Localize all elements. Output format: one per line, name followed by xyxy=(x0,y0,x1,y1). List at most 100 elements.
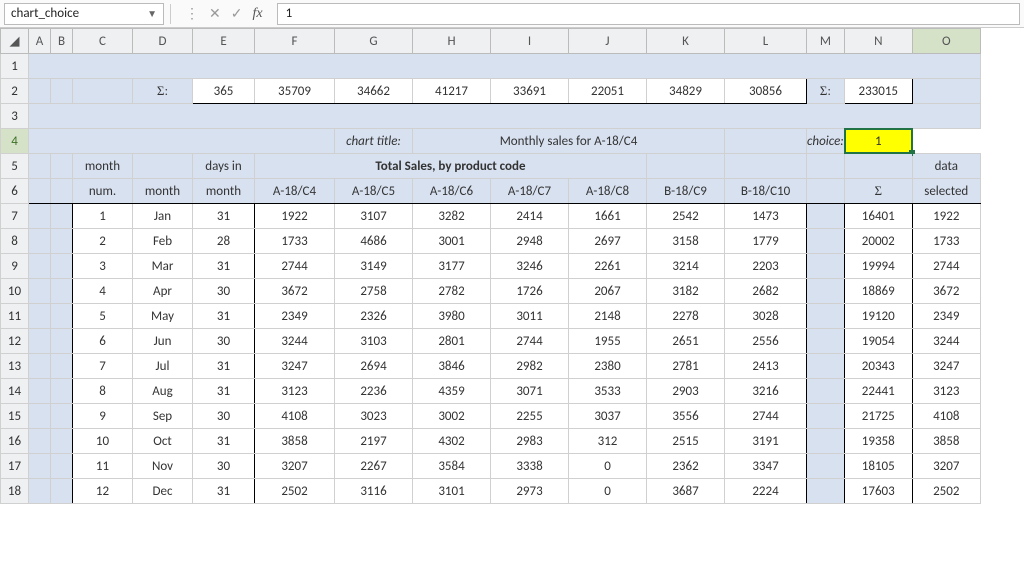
cell-month-num[interactable]: 9 xyxy=(73,404,133,429)
cell-value[interactable]: 2362 xyxy=(647,454,725,479)
cell-selected[interactable]: 4108 xyxy=(912,404,980,429)
cell-value[interactable]: 3011 xyxy=(491,304,569,329)
cell-value[interactable]: 2349 xyxy=(255,304,335,329)
cell-value[interactable]: 2236 xyxy=(335,379,413,404)
cell-value[interactable]: 2744 xyxy=(725,404,807,429)
cell-month-num[interactable]: 6 xyxy=(73,329,133,354)
cell-month[interactable]: Nov xyxy=(133,454,193,479)
hdr-F[interactable]: A-18/C4 xyxy=(255,179,335,204)
cell-month[interactable]: Mar xyxy=(133,254,193,279)
cell[interactable] xyxy=(51,354,73,379)
cell[interactable] xyxy=(807,229,845,254)
cell[interactable] xyxy=(29,279,51,304)
cell-month-num[interactable]: 10 xyxy=(73,429,133,454)
cancel-icon[interactable]: ✕ xyxy=(209,5,221,22)
cell-month-num[interactable]: 11 xyxy=(73,454,133,479)
cell-days[interactable]: 31 xyxy=(193,479,255,504)
name-box[interactable]: chart_choice ▼ xyxy=(4,3,164,25)
row-header[interactable]: 10 xyxy=(1,279,29,304)
sum-F[interactable]: 35709 xyxy=(255,79,335,104)
cell-value[interactable]: 2682 xyxy=(725,279,807,304)
col-header[interactable]: O xyxy=(912,29,980,54)
cell-value[interactable]: 1922 xyxy=(255,204,335,229)
cell[interactable] xyxy=(807,404,845,429)
cell[interactable] xyxy=(29,54,981,79)
cell-month-num[interactable]: 7 xyxy=(73,354,133,379)
cell-days[interactable]: 31 xyxy=(193,304,255,329)
cell-days[interactable]: 30 xyxy=(193,329,255,354)
sum-K[interactable]: 34829 xyxy=(647,79,725,104)
cell[interactable] xyxy=(29,479,51,504)
hdr-K[interactable]: B-18/C9 xyxy=(647,179,725,204)
cell-value[interactable]: 1661 xyxy=(569,204,647,229)
cell-value[interactable]: 0 xyxy=(569,454,647,479)
cell-value[interactable]: 2413 xyxy=(725,354,807,379)
hdr-days[interactable]: month xyxy=(193,179,255,204)
cell-value[interactable]: 2744 xyxy=(491,329,569,354)
cell-value[interactable]: 2983 xyxy=(491,429,569,454)
cell-month[interactable]: Sep xyxy=(133,404,193,429)
cell-sigma[interactable]: 20343 xyxy=(844,354,912,379)
cell-value[interactable]: 3149 xyxy=(335,254,413,279)
cell[interactable] xyxy=(647,154,725,179)
cell[interactable] xyxy=(29,229,51,254)
cell[interactable] xyxy=(807,154,845,179)
cell[interactable] xyxy=(29,454,51,479)
col-header[interactable]: C xyxy=(73,29,133,54)
row-header[interactable]: 12 xyxy=(1,329,29,354)
cell[interactable] xyxy=(51,329,73,354)
col-header[interactable]: A xyxy=(29,29,51,54)
cell[interactable] xyxy=(844,154,912,179)
cell-month-num[interactable]: 1 xyxy=(73,204,133,229)
hdr-data-sel[interactable]: selected xyxy=(912,179,980,204)
cell-value[interactable]: 1779 xyxy=(725,229,807,254)
formula-input[interactable]: 1 xyxy=(277,3,1020,25)
cell-selected[interactable]: 2744 xyxy=(912,254,980,279)
hdr-L[interactable]: B-18/C10 xyxy=(725,179,807,204)
cell-sigma[interactable]: 20002 xyxy=(844,229,912,254)
row-header[interactable]: 6 xyxy=(1,179,29,204)
cell-selected[interactable]: 3207 xyxy=(912,454,980,479)
cell[interactable] xyxy=(912,79,980,104)
cell-value[interactable]: 3207 xyxy=(255,454,335,479)
cell[interactable] xyxy=(807,479,845,504)
cell-month[interactable]: Feb xyxy=(133,229,193,254)
cell-month-num[interactable]: 5 xyxy=(73,304,133,329)
col-header[interactable]: G xyxy=(335,29,413,54)
cell-value[interactable]: 2782 xyxy=(413,279,491,304)
cell-selected[interactable]: 2349 xyxy=(912,304,980,329)
cell[interactable] xyxy=(725,129,807,154)
cell-selected[interactable]: 3247 xyxy=(912,354,980,379)
cell[interactable] xyxy=(51,154,73,179)
col-header[interactable]: N xyxy=(844,29,912,54)
cell-value[interactable]: 3246 xyxy=(491,254,569,279)
row-header[interactable]: 1 xyxy=(1,54,29,79)
cell[interactable] xyxy=(29,379,51,404)
sigma-label[interactable]: Σ: xyxy=(807,79,845,104)
cell[interactable] xyxy=(29,179,51,204)
cell-sigma[interactable]: 18105 xyxy=(844,454,912,479)
cell[interactable] xyxy=(807,279,845,304)
cell-sigma[interactable]: 19358 xyxy=(844,429,912,454)
row-header[interactable]: 4 xyxy=(1,129,29,154)
cell-value[interactable]: 312 xyxy=(569,429,647,454)
hdr-monthnum[interactable]: num. xyxy=(73,179,133,204)
cell[interactable] xyxy=(51,229,73,254)
cell-value[interactable]: 1955 xyxy=(569,329,647,354)
cell-month[interactable]: Dec xyxy=(133,479,193,504)
cell-days[interactable]: 31 xyxy=(193,429,255,454)
cell[interactable] xyxy=(29,354,51,379)
cell-value[interactable]: 3247 xyxy=(255,354,335,379)
cell-value[interactable]: 3347 xyxy=(725,454,807,479)
cell-days[interactable]: 31 xyxy=(193,379,255,404)
row-header[interactable]: 2 xyxy=(1,79,29,104)
cell-month-num[interactable]: 2 xyxy=(73,229,133,254)
sum-I[interactable]: 33691 xyxy=(491,79,569,104)
cell-value[interactable]: 2278 xyxy=(647,304,725,329)
col-header[interactable]: I xyxy=(491,29,569,54)
cell-value[interactable]: 1473 xyxy=(725,204,807,229)
cell-value[interactable]: 2973 xyxy=(491,479,569,504)
cell-days[interactable]: 31 xyxy=(193,204,255,229)
cell-value[interactable]: 3191 xyxy=(725,429,807,454)
cell-value[interactable]: 2697 xyxy=(569,229,647,254)
